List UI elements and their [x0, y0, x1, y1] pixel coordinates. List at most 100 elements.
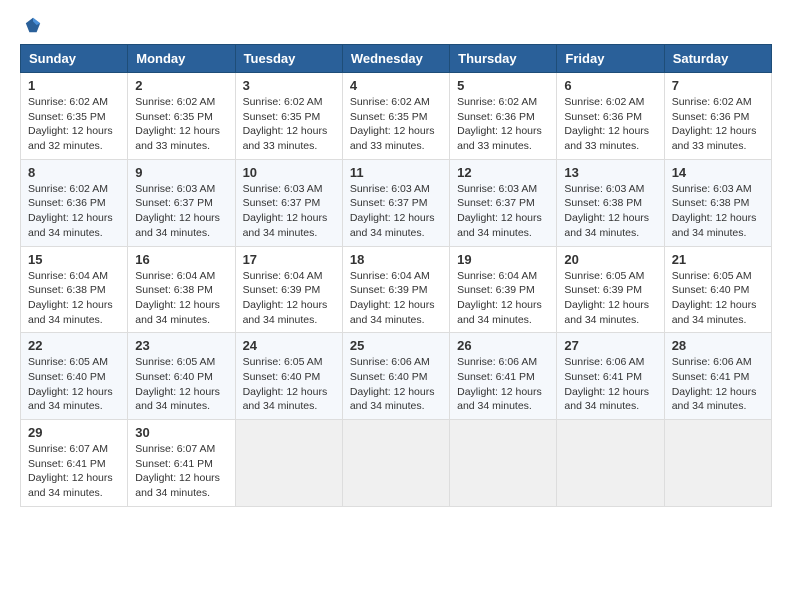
- page: SundayMondayTuesdayWednesdayThursdayFrid…: [0, 0, 792, 612]
- day-header-tuesday: Tuesday: [235, 45, 342, 73]
- sunrise-label: Sunrise: 6:02 AM: [28, 96, 108, 108]
- day-header-monday: Monday: [128, 45, 235, 73]
- sunrise-label: Sunrise: 6:02 AM: [672, 96, 752, 108]
- sunset-label: Sunset: 6:37 PM: [243, 197, 321, 209]
- cell-content: Sunrise: 6:05 AM Sunset: 6:40 PM Dayligh…: [672, 269, 764, 328]
- day-number: 7: [672, 78, 764, 93]
- cell-content: Sunrise: 6:03 AM Sunset: 6:38 PM Dayligh…: [564, 182, 656, 241]
- sunset-label: Sunset: 6:41 PM: [135, 458, 213, 470]
- calendar-cell: 14 Sunrise: 6:03 AM Sunset: 6:38 PM Dayl…: [664, 159, 771, 246]
- cell-content: Sunrise: 6:04 AM Sunset: 6:39 PM Dayligh…: [243, 269, 335, 328]
- calendar-cell: [557, 420, 664, 507]
- calendar-cell: 13 Sunrise: 6:03 AM Sunset: 6:38 PM Dayl…: [557, 159, 664, 246]
- daylight-label: Daylight: 12 hours and 34 minutes.: [564, 386, 649, 413]
- day-number: 13: [564, 165, 656, 180]
- sunrise-label: Sunrise: 6:07 AM: [28, 443, 108, 455]
- day-number: 12: [457, 165, 549, 180]
- sunrise-label: Sunrise: 6:02 AM: [457, 96, 537, 108]
- day-number: 11: [350, 165, 442, 180]
- daylight-label: Daylight: 12 hours and 33 minutes.: [672, 125, 757, 152]
- daylight-label: Daylight: 12 hours and 34 minutes.: [243, 212, 328, 239]
- day-number: 22: [28, 338, 120, 353]
- sunset-label: Sunset: 6:36 PM: [672, 111, 750, 123]
- daylight-label: Daylight: 12 hours and 34 minutes.: [672, 212, 757, 239]
- sunrise-label: Sunrise: 6:06 AM: [672, 356, 752, 368]
- day-number: 25: [350, 338, 442, 353]
- sunrise-label: Sunrise: 6:02 AM: [243, 96, 323, 108]
- cell-content: Sunrise: 6:02 AM Sunset: 6:36 PM Dayligh…: [672, 95, 764, 154]
- week-row-4: 22 Sunrise: 6:05 AM Sunset: 6:40 PM Dayl…: [21, 333, 772, 420]
- sunset-label: Sunset: 6:38 PM: [135, 284, 213, 296]
- calendar-cell: 3 Sunrise: 6:02 AM Sunset: 6:35 PM Dayli…: [235, 73, 342, 160]
- calendar-body: 1 Sunrise: 6:02 AM Sunset: 6:35 PM Dayli…: [21, 73, 772, 507]
- cell-content: Sunrise: 6:06 AM Sunset: 6:41 PM Dayligh…: [672, 355, 764, 414]
- calendar-cell: 22 Sunrise: 6:05 AM Sunset: 6:40 PM Dayl…: [21, 333, 128, 420]
- day-number: 30: [135, 425, 227, 440]
- day-number: 20: [564, 252, 656, 267]
- daylight-label: Daylight: 12 hours and 34 minutes.: [350, 386, 435, 413]
- logo-icon: [24, 16, 42, 34]
- sunrise-label: Sunrise: 6:03 AM: [350, 183, 430, 195]
- sunrise-label: Sunrise: 6:07 AM: [135, 443, 215, 455]
- daylight-label: Daylight: 12 hours and 34 minutes.: [243, 299, 328, 326]
- daylight-label: Daylight: 12 hours and 34 minutes.: [457, 299, 542, 326]
- sunset-label: Sunset: 6:40 PM: [350, 371, 428, 383]
- sunrise-label: Sunrise: 6:04 AM: [457, 270, 537, 282]
- sunset-label: Sunset: 6:40 PM: [135, 371, 213, 383]
- sunset-label: Sunset: 6:41 PM: [457, 371, 535, 383]
- sunset-label: Sunset: 6:35 PM: [243, 111, 321, 123]
- calendar-cell: 9 Sunrise: 6:03 AM Sunset: 6:37 PM Dayli…: [128, 159, 235, 246]
- sunrise-label: Sunrise: 6:03 AM: [135, 183, 215, 195]
- calendar-cell: [664, 420, 771, 507]
- calendar-cell: 11 Sunrise: 6:03 AM Sunset: 6:37 PM Dayl…: [342, 159, 449, 246]
- day-header-thursday: Thursday: [450, 45, 557, 73]
- week-row-5: 29 Sunrise: 6:07 AM Sunset: 6:41 PM Dayl…: [21, 420, 772, 507]
- cell-content: Sunrise: 6:06 AM Sunset: 6:40 PM Dayligh…: [350, 355, 442, 414]
- week-row-1: 1 Sunrise: 6:02 AM Sunset: 6:35 PM Dayli…: [21, 73, 772, 160]
- sunrise-label: Sunrise: 6:02 AM: [135, 96, 215, 108]
- daylight-label: Daylight: 12 hours and 34 minutes.: [243, 386, 328, 413]
- sunrise-label: Sunrise: 6:05 AM: [672, 270, 752, 282]
- daylight-label: Daylight: 12 hours and 34 minutes.: [350, 299, 435, 326]
- cell-content: Sunrise: 6:03 AM Sunset: 6:37 PM Dayligh…: [135, 182, 227, 241]
- calendar-cell: 19 Sunrise: 6:04 AM Sunset: 6:39 PM Dayl…: [450, 246, 557, 333]
- day-number: 10: [243, 165, 335, 180]
- cell-content: Sunrise: 6:02 AM Sunset: 6:36 PM Dayligh…: [457, 95, 549, 154]
- calendar-cell: [342, 420, 449, 507]
- sunset-label: Sunset: 6:36 PM: [457, 111, 535, 123]
- sunset-label: Sunset: 6:38 PM: [672, 197, 750, 209]
- cell-content: Sunrise: 6:02 AM Sunset: 6:36 PM Dayligh…: [28, 182, 120, 241]
- calendar-header: SundayMondayTuesdayWednesdayThursdayFrid…: [21, 45, 772, 73]
- daylight-label: Daylight: 12 hours and 34 minutes.: [564, 212, 649, 239]
- sunrise-label: Sunrise: 6:04 AM: [28, 270, 108, 282]
- daylight-label: Daylight: 12 hours and 33 minutes.: [243, 125, 328, 152]
- sunrise-label: Sunrise: 6:05 AM: [243, 356, 323, 368]
- sunrise-label: Sunrise: 6:04 AM: [135, 270, 215, 282]
- sunset-label: Sunset: 6:39 PM: [457, 284, 535, 296]
- daylight-label: Daylight: 12 hours and 34 minutes.: [135, 386, 220, 413]
- calendar-cell: 23 Sunrise: 6:05 AM Sunset: 6:40 PM Dayl…: [128, 333, 235, 420]
- day-number: 23: [135, 338, 227, 353]
- sunrise-label: Sunrise: 6:02 AM: [564, 96, 644, 108]
- daylight-label: Daylight: 12 hours and 34 minutes.: [457, 212, 542, 239]
- daylight-label: Daylight: 12 hours and 33 minutes.: [564, 125, 649, 152]
- sunset-label: Sunset: 6:41 PM: [564, 371, 642, 383]
- day-header-friday: Friday: [557, 45, 664, 73]
- sunrise-label: Sunrise: 6:05 AM: [135, 356, 215, 368]
- sunrise-label: Sunrise: 6:03 AM: [457, 183, 537, 195]
- day-number: 28: [672, 338, 764, 353]
- sunset-label: Sunset: 6:36 PM: [564, 111, 642, 123]
- sunrise-label: Sunrise: 6:02 AM: [350, 96, 430, 108]
- daylight-label: Daylight: 12 hours and 34 minutes.: [672, 299, 757, 326]
- day-header-sunday: Sunday: [21, 45, 128, 73]
- day-number: 26: [457, 338, 549, 353]
- calendar-cell: 1 Sunrise: 6:02 AM Sunset: 6:35 PM Dayli…: [21, 73, 128, 160]
- day-number: 27: [564, 338, 656, 353]
- daylight-label: Daylight: 12 hours and 34 minutes.: [564, 299, 649, 326]
- day-number: 9: [135, 165, 227, 180]
- sunrise-label: Sunrise: 6:03 AM: [243, 183, 323, 195]
- calendar-cell: 28 Sunrise: 6:06 AM Sunset: 6:41 PM Dayl…: [664, 333, 771, 420]
- day-number: 18: [350, 252, 442, 267]
- calendar-cell: 10 Sunrise: 6:03 AM Sunset: 6:37 PM Dayl…: [235, 159, 342, 246]
- calendar-cell: 16 Sunrise: 6:04 AM Sunset: 6:38 PM Dayl…: [128, 246, 235, 333]
